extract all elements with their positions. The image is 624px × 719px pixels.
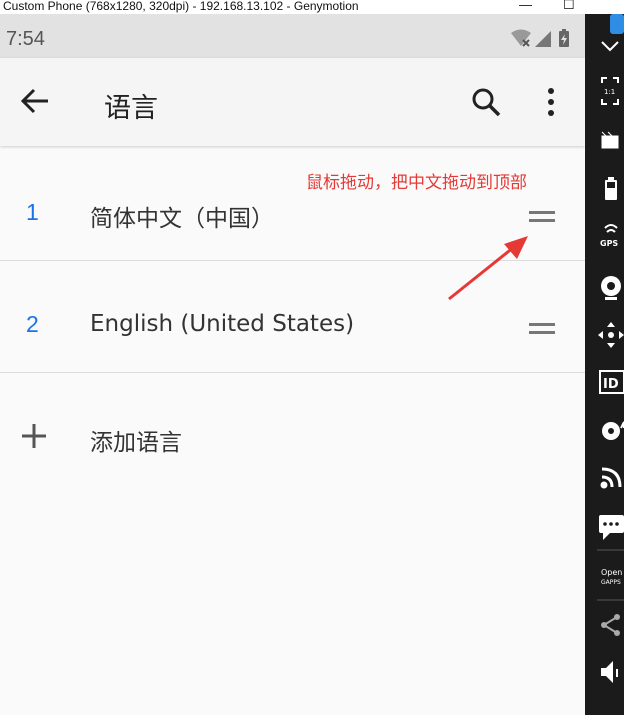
battery-icon xyxy=(605,177,617,200)
status-icons xyxy=(509,28,573,52)
plus-icon xyxy=(20,422,48,450)
language-index: 1 xyxy=(26,199,39,225)
device-id-icon: ID xyxy=(599,370,624,394)
sidebar-icons: 1:1 GPS ID Open GAPPS xyxy=(597,41,624,683)
language-index: 2 xyxy=(26,311,39,337)
svg-text:1:1: 1:1 xyxy=(604,88,615,96)
annotation-text: 鼠标拖动，把中文拖动到顶部 xyxy=(306,173,527,193)
svg-text:Open: Open xyxy=(601,568,622,577)
more-options-button[interactable] xyxy=(540,86,562,118)
more-vert-icon xyxy=(548,88,554,116)
volume-icon xyxy=(601,661,618,683)
emulator-sidebar: 1:1 GPS ID Open GAPPS xyxy=(585,14,624,715)
minimize-button[interactable]: — xyxy=(519,0,532,12)
open-gapps-icon: Open GAPPS xyxy=(601,568,622,586)
share-icon xyxy=(601,614,620,636)
language-name: English (United States) xyxy=(90,311,355,337)
screen-record-icon xyxy=(601,131,619,149)
disk-io-icon xyxy=(602,421,624,440)
svg-text:GPS: GPS xyxy=(600,239,618,248)
app-bar: 语言 xyxy=(0,58,585,146)
dpad-icon xyxy=(598,322,624,348)
search-icon xyxy=(472,88,501,117)
cellular-icon xyxy=(535,31,551,47)
page-title: 语言 xyxy=(104,93,158,124)
maximize-button[interactable]: ☐ xyxy=(563,0,575,12)
svg-text:GAPPS: GAPPS xyxy=(601,579,621,586)
drag-handle-icon[interactable] xyxy=(529,211,555,225)
language-name: 简体中文（中国） xyxy=(90,206,274,232)
gps-icon: GPS xyxy=(600,224,618,248)
window-titlebar: Custom Phone (768x1280, 320dpi) - 192.16… xyxy=(0,0,624,14)
annotation-arrow-icon xyxy=(448,236,528,301)
link-icon[interactable] xyxy=(610,14,624,34)
sms-icon xyxy=(599,515,624,540)
add-language-row[interactable]: 添加语言 xyxy=(0,373,585,484)
add-language-label: 添加语言 xyxy=(90,430,182,456)
back-button[interactable] xyxy=(18,84,52,118)
phone-screen: 7:54 语言 1 简体中文（中国） 2 English (United Sta… xyxy=(0,14,585,715)
rotate-icon xyxy=(601,41,619,52)
battery-charging-icon xyxy=(559,29,569,47)
svg-text:ID: ID xyxy=(603,377,619,392)
back-arrow-icon xyxy=(20,88,48,114)
window-title: Custom Phone (768x1280, 320dpi) - 192.16… xyxy=(3,0,359,13)
status-bar: 7:54 xyxy=(0,14,585,58)
search-button[interactable] xyxy=(470,86,502,118)
status-time: 7:54 xyxy=(6,28,45,50)
camera-icon xyxy=(601,276,621,300)
network-icon xyxy=(600,467,622,489)
drag-handle-icon[interactable] xyxy=(529,323,555,337)
wifi-off-icon xyxy=(511,29,531,47)
